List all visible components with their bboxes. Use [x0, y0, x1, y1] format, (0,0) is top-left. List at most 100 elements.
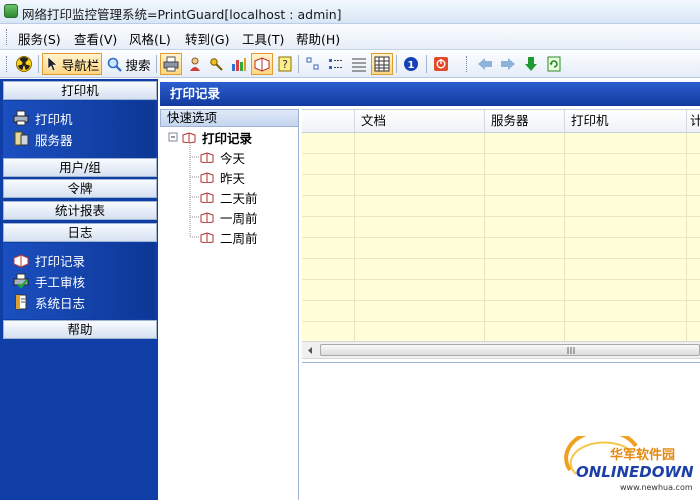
nav-item-label: 系统日志	[35, 295, 86, 311]
nav-item-print-log[interactable]: 打印记录	[13, 250, 85, 270]
menu-style[interactable]: 风格(L)	[129, 29, 171, 48]
menu-tools[interactable]: 工具(T)	[242, 29, 284, 48]
tree-item-label: 昨天	[220, 170, 246, 186]
nav-item-label: 服务器	[35, 132, 73, 148]
book-icon	[200, 211, 214, 223]
book-icon	[200, 231, 214, 243]
nav-section-token[interactable]: 令牌	[3, 179, 157, 198]
nav-item-label: 手工审核	[35, 274, 86, 290]
radiation-icon	[16, 56, 32, 72]
scroll-left-icon[interactable]	[306, 346, 314, 355]
menubar-grip[interactable]	[6, 29, 9, 45]
toolbar2-grip[interactable]	[466, 56, 469, 72]
refresh-button[interactable]	[543, 53, 565, 75]
tree-item-label: 二周前	[220, 230, 258, 246]
view-list-button[interactable]	[325, 53, 347, 75]
arrow-left-icon	[478, 58, 492, 70]
radiation-button[interactable]	[12, 53, 36, 75]
refresh-icon	[547, 56, 561, 72]
tree-item-two-weeks-ago[interactable]: 二周前	[200, 227, 258, 247]
tree-item-yesterday[interactable]: 昨天	[200, 167, 245, 187]
book-icon	[182, 131, 196, 143]
grid-view-icon	[374, 56, 390, 72]
nav-section-reports[interactable]: 统计报表	[3, 201, 157, 220]
server-icon	[14, 131, 29, 146]
watermark-brand-en: ONLINEDOWN	[576, 463, 694, 481]
tree-item-label: 二天前	[220, 190, 258, 206]
printer-view-button[interactable]	[160, 53, 182, 75]
book-icon	[200, 171, 214, 183]
nav-item-server[interactable]: 服务器	[13, 129, 73, 149]
nav-item-label: 打印记录	[35, 253, 86, 269]
user-button[interactable]	[184, 53, 206, 75]
printer-icon	[13, 110, 29, 126]
tree-item-today[interactable]: 今天	[200, 147, 245, 167]
menu-service[interactable]: 服务(S)	[18, 29, 61, 48]
col-head-printer[interactable]: 打印机	[564, 110, 686, 132]
col-head-document[interactable]: 文档	[354, 110, 484, 132]
forward-button[interactable]	[497, 53, 519, 75]
tree-item-label: 一周前	[220, 210, 258, 226]
toolbar: 导航栏 搜索 ? 1	[0, 50, 700, 78]
info-icon: 1	[404, 57, 418, 71]
nav-section-log[interactable]: 日志	[3, 223, 157, 242]
small-icons-icon	[306, 57, 319, 70]
nav-item-manual-review[interactable]: 手工审核	[13, 271, 85, 291]
tree-item-two-days-ago[interactable]: 二天前	[200, 187, 258, 207]
arrow-down-icon	[525, 57, 537, 71]
page-title: 打印记录	[160, 82, 700, 106]
navigator-button[interactable]: 导航栏	[42, 53, 102, 75]
info-button[interactable]: 1	[400, 53, 422, 75]
search-icon	[108, 57, 123, 72]
nav-item-label: 打印机	[35, 111, 73, 127]
nav-item-system-log[interactable]: 系统日志	[13, 292, 85, 312]
horizontal-scrollbar[interactable]	[302, 341, 700, 359]
view-small-button[interactable]	[302, 53, 324, 75]
back-button[interactable]	[474, 53, 496, 75]
quick-options-header: 快速选项	[160, 109, 299, 127]
view-grid-button[interactable]	[371, 53, 393, 75]
tree-root-label: 打印记录	[202, 130, 253, 146]
grid-body[interactable]	[302, 133, 700, 341]
down-button[interactable]	[520, 53, 542, 75]
window-title: 网络打印监控管理系统=PrintGuard[localhost : admin]	[22, 7, 342, 22]
tree-item-one-week-ago[interactable]: 一周前	[200, 207, 258, 227]
nav-section-printer[interactable]: 打印机	[3, 81, 157, 100]
navigator-label: 导航栏	[61, 57, 100, 73]
title-bar: 网络打印监控管理系统=PrintGuard[localhost : admin]	[0, 0, 700, 24]
app-icon	[4, 4, 18, 18]
menu-help[interactable]: 帮助(H)	[296, 29, 340, 48]
print-log-button[interactable]	[251, 53, 273, 75]
grip-lines-icon	[567, 347, 575, 354]
search-button[interactable]: 搜索	[104, 53, 154, 75]
watermark-brand-cn: 华军软件园	[610, 448, 676, 463]
key-icon	[210, 58, 223, 71]
tree-root-print-log[interactable]: 打印记录	[182, 127, 252, 147]
nav-item-printer[interactable]: 打印机	[13, 108, 73, 128]
svg-text:?: ?	[282, 58, 288, 71]
key-button[interactable]	[206, 53, 228, 75]
tree-item-label: 今天	[220, 150, 246, 166]
left-navigation: 打印机 打印机 服务器 用户/组 令牌 统计报表 日志 打印记录 手工审核 系统…	[0, 79, 158, 500]
nav-panel-printer: 打印机 服务器	[3, 101, 155, 159]
view-details-button[interactable]	[348, 53, 370, 75]
scroll-thumb[interactable]	[320, 344, 700, 356]
document-log-icon	[15, 294, 27, 310]
toolbar-grip[interactable]	[6, 56, 9, 72]
col-head-selector[interactable]	[302, 110, 354, 132]
printer-icon	[163, 56, 179, 72]
exit-button[interactable]	[430, 53, 452, 75]
power-icon	[434, 57, 448, 71]
nav-section-help[interactable]: 帮助	[3, 320, 157, 339]
user-icon	[190, 57, 200, 71]
nav-section-users[interactable]: 用户/组	[3, 158, 157, 177]
book-icon	[200, 151, 214, 163]
help-button[interactable]: ?	[274, 53, 296, 75]
menu-goto[interactable]: 转到(G)	[185, 29, 229, 48]
col-head-count[interactable]: 计	[686, 110, 700, 132]
help-icon: ?	[278, 56, 292, 72]
col-head-server[interactable]: 服务器	[484, 110, 564, 132]
arrow-right-icon	[501, 58, 515, 70]
menu-view[interactable]: 查看(V)	[74, 29, 117, 48]
report-button[interactable]	[228, 53, 250, 75]
